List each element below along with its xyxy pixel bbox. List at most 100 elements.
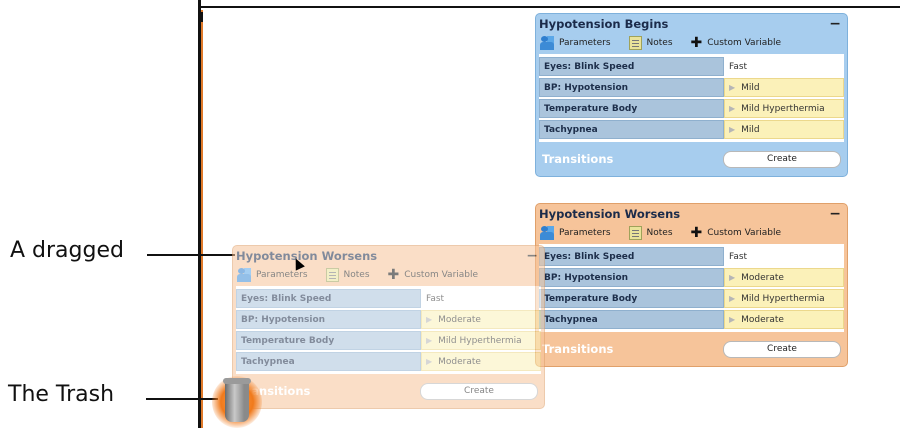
state-toolbar: Parameters Notes ✚ Custom Variable: [233, 266, 544, 284]
trash-can-icon[interactable]: [212, 372, 262, 428]
plus-icon: ✚: [690, 225, 703, 241]
create-transition-button[interactable]: Create: [420, 382, 538, 400]
state-title: Hypotension Begins: [539, 17, 669, 31]
parameter-value-dropdown[interactable]: ▶ Moderate: [724, 310, 844, 329]
collapse-button[interactable]: −: [829, 207, 841, 221]
canvas-top-border: [200, 6, 900, 8]
state-card-hypotension-worsens[interactable]: Hypotension Worsens − Parameters Notes ✚…: [535, 203, 848, 367]
state-header[interactable]: Hypotension Worsens −: [233, 246, 544, 266]
parameter-grid: Eyes: Blink Speed Fast BP: Hypotension ▶…: [539, 54, 844, 142]
play-arrow-icon: ▶: [426, 357, 433, 366]
custom-variable-button[interactable]: ✚ Custom Variable: [388, 268, 479, 282]
transitions-bar: Transitions Create: [536, 142, 847, 176]
parameter-value: Fast: [729, 251, 748, 262]
play-arrow-icon: ▶: [729, 104, 736, 113]
custom-variable-label: Custom Variable: [707, 228, 782, 238]
parameter-value-dropdown[interactable]: ▶ Moderate: [421, 352, 541, 371]
notes-icon: [628, 226, 642, 240]
parameter-value: Moderate: [741, 272, 784, 283]
parameters-button[interactable]: Parameters: [540, 226, 611, 240]
play-arrow-icon: ▶: [729, 273, 736, 282]
parameters-button[interactable]: Parameters: [237, 268, 308, 282]
parameter-value: Moderate: [741, 314, 784, 325]
parameter-value-dropdown[interactable]: ▶ Mild Hyperthermia: [421, 331, 541, 350]
parameter-value-dropdown[interactable]: ▶ Mild Hyperthermia: [724, 99, 844, 118]
parameters-label: Parameters: [559, 228, 611, 238]
parameter-name: Tachypnea: [236, 352, 421, 371]
plus-icon: ✚: [387, 267, 400, 283]
parameter-row: BP: Hypotension ▶ Moderate: [236, 310, 541, 329]
parameter-row: Tachypnea ▶ Moderate: [539, 310, 844, 329]
parameter-value: Mild Hyperthermia: [741, 293, 825, 304]
parameter-row: Tachypnea ▶ Moderate: [236, 352, 541, 371]
parameters-button[interactable]: Parameters: [540, 36, 611, 50]
parameter-row: BP: Hypotension ▶ Moderate: [539, 268, 844, 287]
parameter-name: BP: Hypotension: [539, 268, 724, 287]
parameter-value-dropdown[interactable]: ▶ Mild Hyperthermia: [724, 289, 844, 308]
state-card-dragged-ghost[interactable]: Hypotension Worsens − Parameters Notes ✚…: [232, 245, 545, 409]
transitions-label: Transitions: [542, 152, 614, 166]
parameter-value: Mild: [741, 82, 760, 93]
create-transition-button[interactable]: Create: [723, 340, 841, 358]
trash-can-body: [225, 380, 249, 422]
parameter-name: Eyes: Blink Speed: [236, 289, 421, 308]
parameter-value-dropdown[interactable]: ▶ Mild: [724, 78, 844, 97]
custom-variable-button[interactable]: ✚ Custom Variable: [691, 226, 782, 240]
notes-button[interactable]: Notes: [628, 36, 673, 50]
parameter-value-dropdown[interactable]: ▶ Mild: [724, 120, 844, 139]
callout-dragged: A dragged: [10, 238, 124, 263]
notes-button[interactable]: Notes: [628, 226, 673, 240]
create-transition-button[interactable]: Create: [723, 150, 841, 168]
parameter-name: Temperature Body: [539, 289, 724, 308]
notes-icon: [628, 36, 642, 50]
transitions-bar: Transitions Create: [536, 332, 847, 366]
parameter-value: Fast: [729, 61, 748, 72]
play-arrow-icon: ▶: [729, 294, 736, 303]
play-arrow-icon: ▶: [426, 315, 433, 324]
parameter-name: BP: Hypotension: [539, 78, 724, 97]
parameter-value: Moderate: [438, 356, 481, 367]
state-header[interactable]: Hypotension Worsens −: [536, 204, 847, 224]
parameter-value: Mild Hyperthermia: [741, 103, 825, 114]
parameters-label: Parameters: [256, 270, 308, 280]
parameter-name: Eyes: Blink Speed: [539, 57, 724, 76]
parameter-value-dropdown[interactable]: ▶ Moderate: [724, 268, 844, 287]
state-toolbar: Parameters Notes ✚ Custom Variable: [536, 34, 847, 52]
parameter-name: Temperature Body: [236, 331, 421, 350]
parameter-grid: Eyes: Blink Speed Fast BP: Hypotension ▶…: [236, 286, 541, 374]
parameter-grid: Eyes: Blink Speed Fast BP: Hypotension ▶…: [539, 244, 844, 332]
callout-dragged-line: [147, 254, 235, 256]
callout-trash: The Trash: [8, 382, 115, 407]
parameter-value-dropdown[interactable]: ▶ Moderate: [421, 310, 541, 329]
person-icon: [237, 268, 251, 282]
parameter-row: Eyes: Blink Speed Fast: [539, 247, 844, 266]
custom-variable-label: Custom Variable: [707, 38, 782, 48]
play-arrow-icon: ▶: [729, 315, 736, 324]
plus-icon: ✚: [690, 35, 703, 51]
person-icon: [540, 226, 554, 240]
parameter-value: Mild: [741, 124, 760, 135]
parameter-row: BP: Hypotension ▶ Mild: [539, 78, 844, 97]
custom-variable-button[interactable]: ✚ Custom Variable: [691, 36, 782, 50]
notes-label: Notes: [646, 38, 673, 48]
collapse-button[interactable]: −: [526, 249, 538, 263]
state-toolbar: Parameters Notes ✚ Custom Variable: [536, 224, 847, 242]
parameter-row: Eyes: Blink Speed Fast: [539, 57, 844, 76]
parameter-name: Temperature Body: [539, 99, 724, 118]
canvas-left-accent: [201, 10, 203, 428]
canvas-corner-marker: [198, 12, 203, 22]
state-header[interactable]: Hypotension Begins −: [536, 14, 847, 34]
callout-trash-line: [146, 398, 218, 400]
parameter-name: Eyes: Blink Speed: [539, 247, 724, 266]
notes-button[interactable]: Notes: [325, 268, 370, 282]
person-icon: [540, 36, 554, 50]
parameter-value: Fast: [426, 293, 445, 304]
state-card-hypotension-begins[interactable]: Hypotension Begins − Parameters Notes ✚ …: [535, 13, 848, 177]
parameter-name: BP: Hypotension: [236, 310, 421, 329]
parameter-row: Temperature Body ▶ Mild Hyperthermia: [539, 99, 844, 118]
parameter-row: Temperature Body ▶ Mild Hyperthermia: [236, 331, 541, 350]
play-arrow-icon: ▶: [729, 83, 736, 92]
play-arrow-icon: ▶: [729, 125, 736, 134]
parameter-row: Eyes: Blink Speed Fast: [236, 289, 541, 308]
collapse-button[interactable]: −: [829, 17, 841, 31]
